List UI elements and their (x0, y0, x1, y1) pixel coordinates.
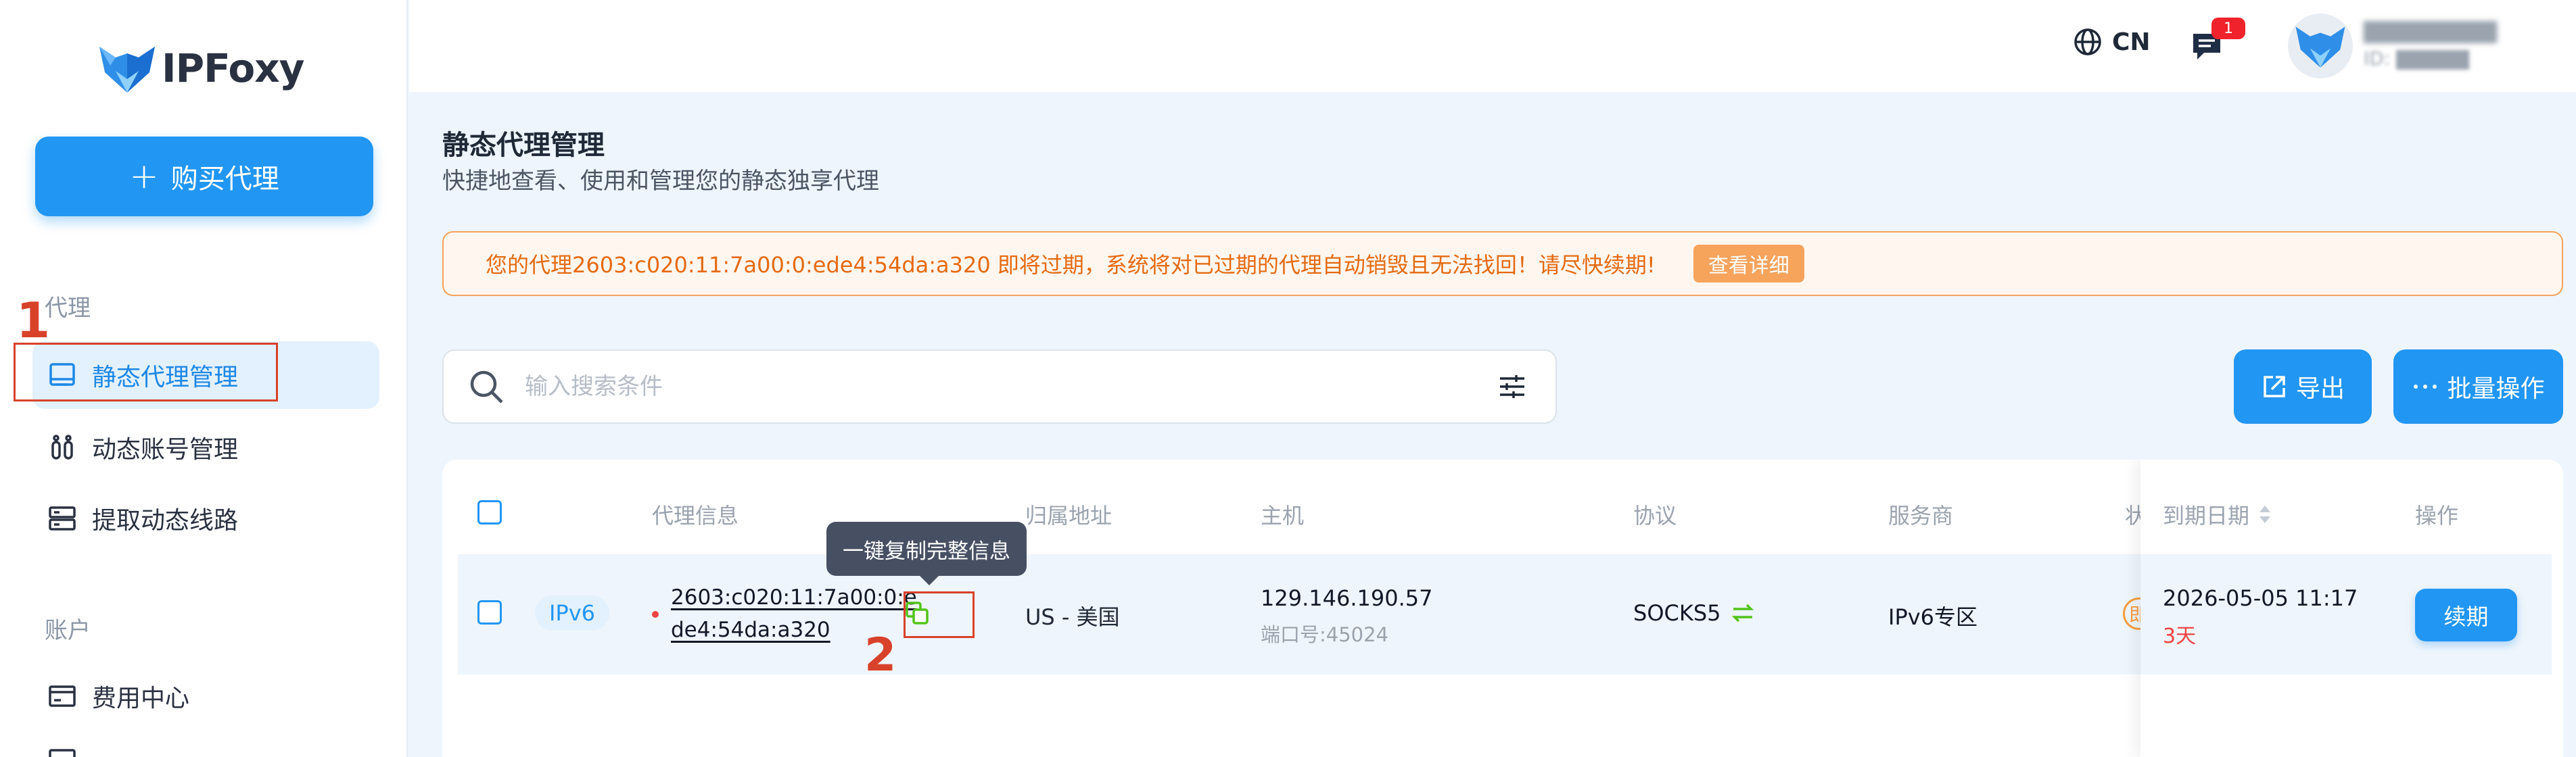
top-bar (409, 0, 2576, 92)
page-title: 静态代理管理 (442, 130, 605, 161)
sidebar-item-label: 提取动态线路 (92, 507, 239, 535)
language-label: CN (2112, 28, 2151, 56)
language-switcher[interactable]: CN (2073, 27, 2151, 57)
message-count-badge: 1 (2211, 18, 2245, 39)
bulk-actions-label: 批量操作 (2447, 375, 2545, 403)
column-header-proxy-info: 代理信息 (652, 503, 739, 529)
column-header-protocol: 协议 (1633, 503, 1677, 529)
sort-icon (2259, 506, 2271, 523)
sidebar-item-dynamic-account[interactable]: 动态账号管理 (47, 414, 372, 481)
page-subtitle: 快捷地查看、使用和管理您的静态独享代理 (442, 168, 879, 195)
view-details-button[interactable]: 查看详细 (1693, 245, 1804, 283)
more-dots-icon (2414, 385, 2437, 389)
sidebar-item-label: 动态账号管理 (92, 436, 239, 464)
fox-avatar-icon (2295, 26, 2345, 68)
search-input[interactable] (525, 373, 1497, 400)
annotation-box-1 (14, 343, 278, 401)
export-icon (2264, 376, 2285, 397)
sliders-icon (51, 435, 73, 460)
tooltip-arrow (918, 575, 940, 585)
globe-icon (2074, 28, 2101, 55)
proxy-address[interactable]: 2603:c020:11:7a00:0:e (671, 585, 917, 610)
sidebar-item-extract-lines[interactable]: 提取动态线路 (47, 485, 372, 552)
user-name-blurred: ▇▇▇▇▇▇▇▇ (2364, 18, 2497, 43)
user-id-blurred: ID: ▇▇▇▇▇ (2364, 47, 2469, 70)
protocol-label: SOCKS5 (1633, 600, 1721, 626)
search-icon (470, 370, 503, 404)
column-header-expire-label: 到期日期 (2163, 503, 2250, 529)
host-port: 端口号:45024 (1261, 623, 1389, 646)
wallet-icon (49, 685, 76, 707)
section-title-proxy: 代理 (45, 295, 91, 322)
host-ip: 129.146.190.57 (1261, 585, 1433, 611)
list-icon (49, 749, 76, 757)
ip-type-tag: IPv6 (535, 595, 609, 631)
provider-cell: IPv6专区 (1888, 604, 1978, 630)
column-header-expire[interactable]: 到期日期 (2163, 499, 2272, 530)
sticky-columns: 到期日期 操作 2026-05-05 11:17 3天 续期 (2140, 460, 2563, 757)
select-all-checkbox[interactable] (477, 500, 502, 524)
filter-settings-icon[interactable] (1497, 372, 1527, 401)
column-header-host: 主机 (1261, 503, 1305, 529)
expiry-alert: 您的代理2603:c020:11:7a00:0:ede4:54da:a320 即… (442, 231, 2563, 296)
days-remaining: 3天 (2163, 625, 2197, 648)
row-checkbox[interactable] (477, 600, 502, 625)
annotation-box-2 (904, 591, 975, 638)
export-label: 导出 (2295, 375, 2345, 403)
copy-tooltip: 一键复制完整信息 (826, 522, 1027, 576)
avatar[interactable] (2288, 14, 2353, 78)
buy-proxy-label: 购买代理 (170, 164, 279, 195)
sidebar-item-cutoff[interactable] (47, 743, 88, 757)
plus-icon: + (129, 156, 159, 197)
brand-name: IPFoxy (162, 45, 304, 91)
annotation-step-2: 2 (864, 629, 897, 682)
annotation-step-1: 1 (16, 292, 51, 349)
renew-button[interactable]: 续期 (2415, 589, 2517, 641)
column-header-action: 操作 (2415, 503, 2459, 529)
proxy-table: 代理信息 归属地址 主机 协议 服务商 状 IPv6 2603:c020:11:… (442, 460, 2563, 757)
brand-logo[interactable]: IPFoxy (97, 39, 313, 97)
fox-logo-icon (99, 47, 155, 93)
export-button[interactable]: 导出 (2234, 349, 2372, 424)
section-title-account: 账户 (45, 617, 91, 644)
column-header-provider: 服务商 (1888, 503, 1954, 529)
switch-protocol-icon[interactable] (1731, 601, 1755, 625)
expire-date: 2026-05-05 11:17 (2163, 585, 2358, 611)
proxy-address-cont[interactable]: de4:54da:a320 (671, 618, 830, 642)
protocol-cell: SOCKS5 (1633, 600, 1755, 626)
alert-message: 您的代理2603:c020:11:7a00:0:ede4:54da:a320 即… (486, 252, 1656, 278)
column-header-location: 归属地址 (1025, 503, 1113, 529)
location-cell: US - 美国 (1025, 604, 1120, 630)
server-icon (49, 506, 76, 531)
sidebar-item-billing[interactable]: 费用中心 (47, 662, 372, 730)
buy-proxy-button[interactable]: + 购买代理 (35, 137, 373, 216)
sidebar-item-label: 费用中心 (92, 685, 190, 712)
bulk-actions-button[interactable]: 批量操作 (2393, 349, 2563, 424)
search-bar (442, 349, 1557, 424)
expiring-dot (652, 611, 659, 618)
